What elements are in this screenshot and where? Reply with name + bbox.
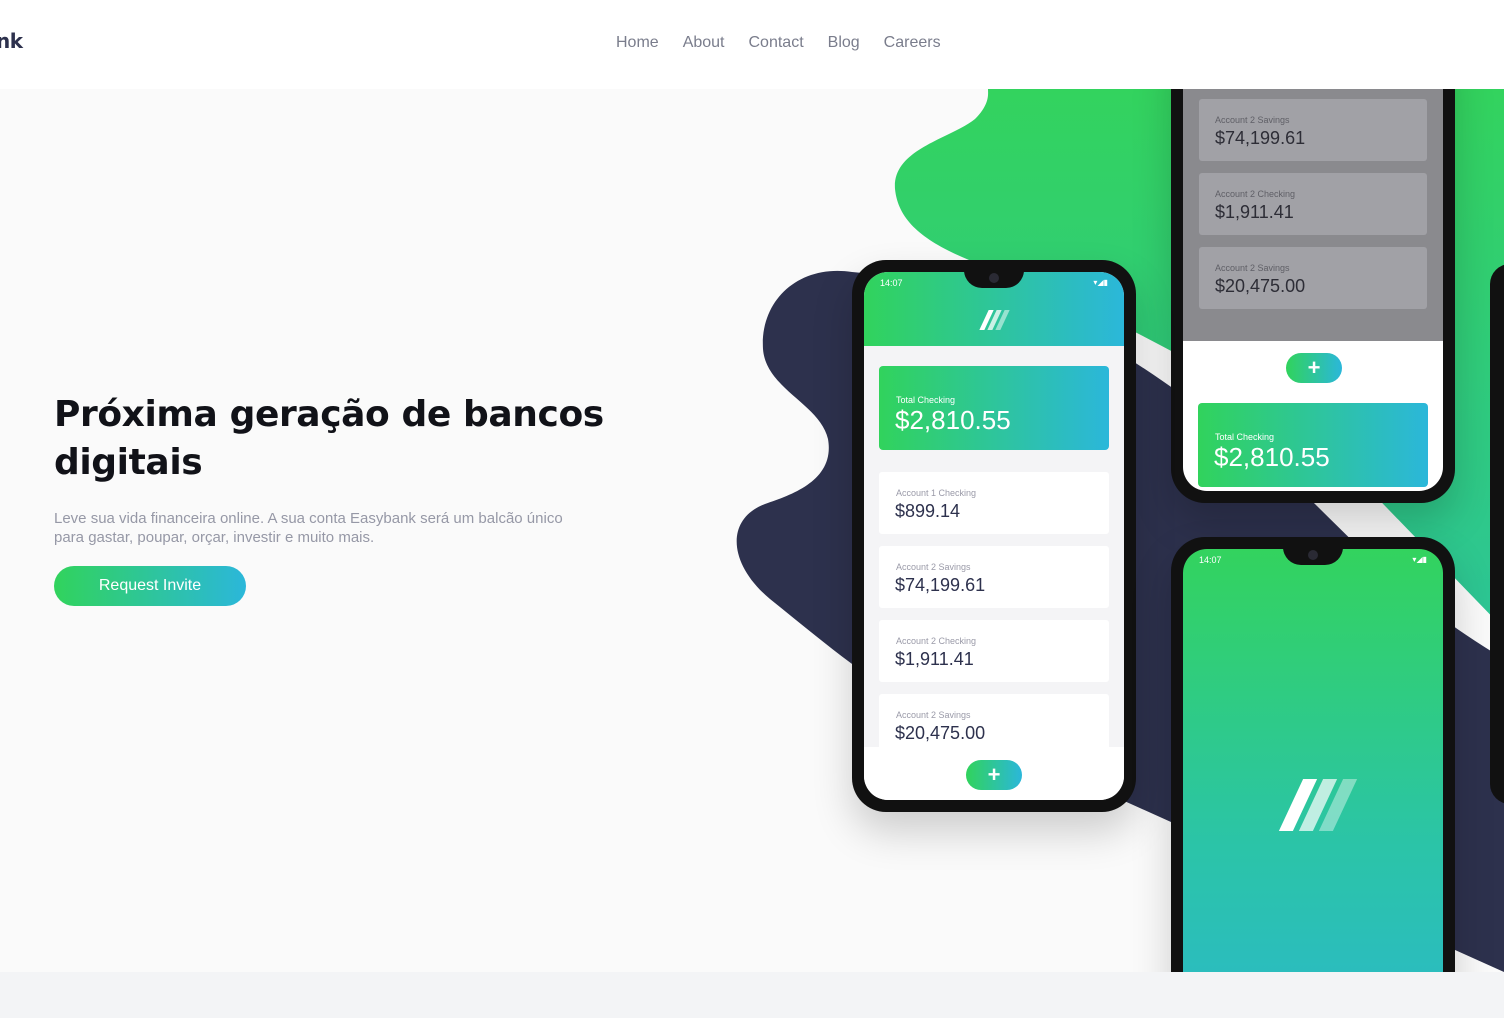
total-checking-card: Total Checking $2,810.55 (1198, 403, 1428, 487)
account-label: Account 2 Checking (1215, 189, 1296, 199)
account-label: Account 2 Savings (896, 710, 971, 720)
status-time: 14:07 (880, 278, 903, 288)
total-label: Total Checking (896, 395, 956, 405)
phone-mockup-top: Account 2 Savings $74,199.61 Account 2 C… (1171, 89, 1455, 503)
account-card: Account 2 Savings $74,199.61 (879, 546, 1109, 608)
account-label: Account 2 Savings (1215, 115, 1290, 125)
account-label: Account 2 Savings (896, 562, 971, 572)
request-invite-button[interactable]: Request Invite (54, 566, 246, 606)
status-signal-icon: ▾◢▮ (1093, 278, 1108, 287)
account-label: Account 2 Checking (896, 636, 977, 646)
add-button-plus-icon[interactable]: + (966, 760, 1022, 790)
dimmed-accounts-panel: Account 2 Savings $74,199.61 Account 2 C… (1183, 89, 1443, 341)
account-amount: $20,475.00 (895, 723, 986, 743)
nav-blog[interactable]: Blog (828, 34, 860, 52)
account-amount: $899.14 (895, 501, 961, 521)
account-amount: $74,199.61 (1215, 128, 1306, 148)
dim-account-card: Account 2 Savings $74,199.61 (1199, 99, 1427, 161)
total-checking-card: Total Checking $2,810.55 (879, 366, 1109, 450)
phone-mockup-splash: 14:07 ▾◢▮ (1171, 537, 1455, 972)
account-amount: $20,475.00 (1215, 276, 1306, 296)
nav-about[interactable]: About (683, 34, 725, 52)
hero-description: Leve sua vida financeira online. A sua c… (54, 510, 563, 546)
status-time: 14:07 (1199, 555, 1222, 565)
phone-splash-screen: 14:07 ▾◢▮ (1183, 549, 1443, 972)
next-section-strip (0, 972, 1504, 1018)
splash-logo-icon (1278, 779, 1358, 831)
phone-top-screen: Account 2 Savings $74,199.61 Account 2 C… (1183, 89, 1443, 491)
nav-home[interactable]: Home (616, 34, 659, 52)
account-amount: $74,199.61 (895, 575, 986, 595)
nav-contact[interactable]: Contact (749, 34, 804, 52)
main-nav: Home About Contact Blog Careers (616, 34, 941, 52)
nav-careers[interactable]: Careers (884, 34, 941, 52)
phone-mockup-main: 14:07 ▾◢▮ Total Checking $2,810.55 Accou… (852, 260, 1136, 812)
total-label: Total Checking (1215, 432, 1275, 442)
add-button-plus-icon[interactable]: + (1286, 353, 1342, 383)
account-label: Account 2 Savings (1215, 263, 1290, 273)
logo[interactable]: nk (0, 29, 23, 53)
account-amount: $1,911.41 (895, 649, 974, 669)
camera-notch (1283, 549, 1343, 565)
total-amount: $2,810.55 (1214, 442, 1330, 472)
total-amount: $2,810.55 (895, 405, 1011, 435)
hero-section: Próxima geração de bancos digitais Leve … (0, 89, 1504, 972)
account-card: Account 2 Checking $1,911.41 (879, 620, 1109, 682)
hero-text-block: Próxima geração de bancos digitais Leve … (54, 391, 614, 606)
app-logo-icon (979, 310, 1010, 330)
dim-account-card: Account 2 Checking $1,911.41 (1199, 173, 1427, 235)
hero-title: Próxima geração de bancos digitais (54, 394, 604, 483)
site-header: nk Home About Contact Blog Careers (0, 0, 1504, 89)
phone-mockup-edge (1490, 264, 1504, 804)
phone-main-screen: 14:07 ▾◢▮ Total Checking $2,810.55 Accou… (864, 272, 1124, 800)
dim-account-card: Account 2 Savings $20,475.00 (1199, 247, 1427, 309)
app-bottom-bar: + (864, 747, 1124, 800)
account-card: Account 1 Checking $899.14 (879, 472, 1109, 534)
account-amount: $1,911.41 (1215, 202, 1294, 222)
status-signal-icon: ▾◢▮ (1412, 555, 1427, 564)
account-label: Account 1 Checking (896, 488, 977, 498)
